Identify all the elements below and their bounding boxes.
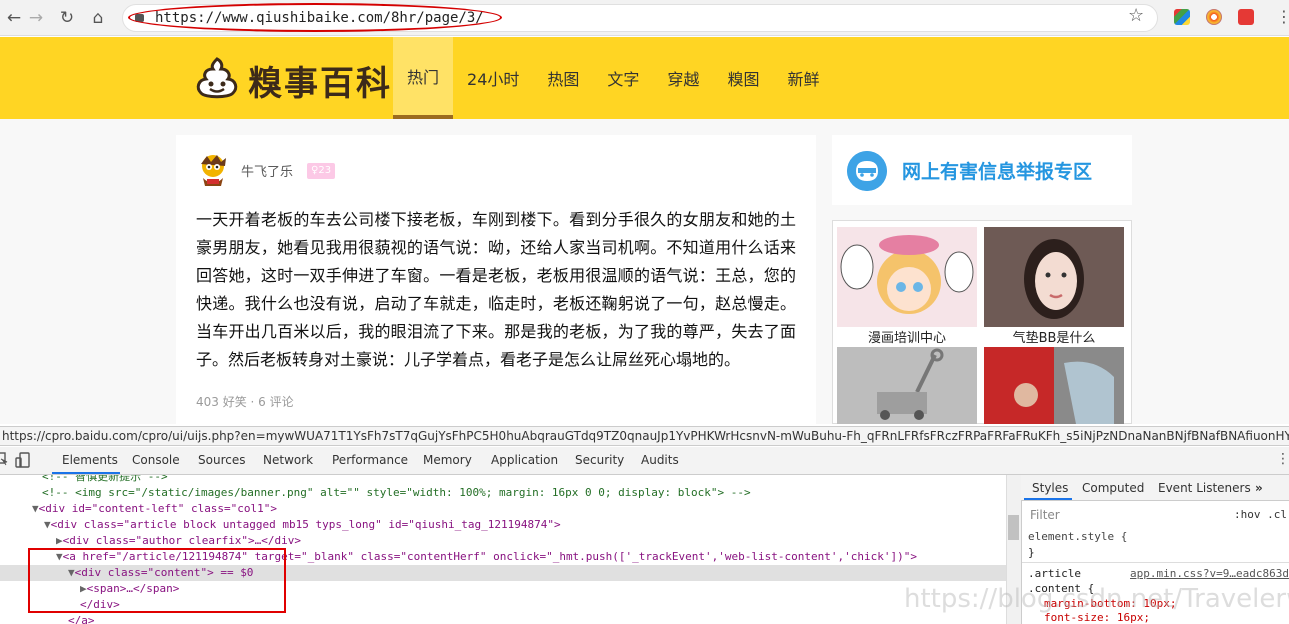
- police-badge-icon: [847, 151, 887, 191]
- watermark: https://blog.csdn.net/Travelerwz: [904, 584, 1289, 614]
- more-menu-icon[interactable]: ⋮: [1276, 7, 1289, 26]
- forward-icon[interactable]: →: [24, 6, 48, 30]
- dom-line[interactable]: <!-- <img src="/static/images/banner.png…: [0, 485, 1006, 501]
- dom-annotation-box: [28, 548, 286, 613]
- tab-audits[interactable]: Audits: [641, 453, 679, 467]
- dom-line[interactable]: ▼<div class="article block untagged mb15…: [0, 517, 1006, 533]
- ad-caption-comic[interactable]: 漫画培训中心: [837, 327, 977, 346]
- nav-item-pics[interactable]: 糗图: [713, 37, 773, 119]
- ad-image-people[interactable]: [984, 347, 1124, 424]
- nav-item-24h[interactable]: 24小时: [453, 37, 533, 119]
- dom-code: <div class="article block untagged mb15 …: [50, 518, 561, 531]
- tab-event-listeners[interactable]: Event Listeners: [1158, 481, 1251, 495]
- ad-image-comic[interactable]: [837, 227, 977, 327]
- style-rule-line: element.style {: [1028, 530, 1128, 543]
- styles-filter-input[interactable]: Filter: [1030, 508, 1220, 522]
- tab-elements[interactable]: Elements: [62, 453, 118, 467]
- more-tabs-icon[interactable]: »: [1255, 481, 1263, 495]
- device-toolbar-icon[interactable]: [15, 452, 31, 468]
- dom-code: </a>: [68, 614, 95, 624]
- stylesheet-link[interactable]: app.min.css?v=9…eadc863d: [1130, 567, 1289, 580]
- site-nav: 热门 24小时 热图 文字 穿越 糗图 新鲜: [393, 37, 833, 119]
- tab-styles[interactable]: Styles: [1032, 481, 1068, 495]
- dom-line[interactable]: </a>: [0, 613, 1006, 624]
- elements-scrollbar-thumb[interactable]: [1008, 515, 1019, 540]
- dom-line[interactable]: ▶<div class="author clearfix">…</div>: [0, 533, 1006, 549]
- status-bar-url: https://cpro.baidu.com/cpro/ui/uijs.php?…: [0, 426, 1289, 446]
- tab-network[interactable]: Network: [263, 453, 313, 467]
- tab-application[interactable]: Application: [491, 453, 558, 467]
- url-annotation-ellipse: [128, 3, 502, 32]
- logo-icon[interactable]: [195, 57, 239, 99]
- collapse-triangle-icon[interactable]: ▶: [56, 534, 63, 547]
- extension-icon[interactable]: [1174, 9, 1190, 25]
- dom-code: <div class="author clearfix">…</div>: [62, 534, 302, 547]
- dom-comment: <!-- 智慎更新提示 -->: [42, 475, 168, 483]
- article-stats: 403 好笑 · 6 评论: [196, 395, 294, 409]
- tab-security[interactable]: Security: [575, 453, 624, 467]
- photos-extension-icon[interactable]: [1206, 9, 1222, 25]
- nav-item-text[interactable]: 文字: [593, 37, 653, 119]
- article-content[interactable]: 一天开着老板的车去公司楼下接老板，车刚到楼下。看到分手很久的女朋友和她的土豪男朋…: [196, 206, 796, 374]
- dom-comment: <!-- <img src="/static/images/banner.png…: [42, 486, 751, 499]
- ad-image-robot[interactable]: [837, 347, 977, 424]
- logo-text[interactable]: 糗事百科: [248, 56, 392, 105]
- style-rule-line: }: [1028, 546, 1035, 559]
- tab-performance[interactable]: Performance: [332, 453, 408, 467]
- report-text[interactable]: 网上有害信息举报专区: [902, 157, 1092, 184]
- back-icon[interactable]: ←: [2, 6, 26, 30]
- tab-console[interactable]: Console: [132, 453, 180, 467]
- dom-line[interactable]: ▼<div id="content-left" class="col1">: [0, 501, 1006, 517]
- home-icon[interactable]: ⌂: [86, 6, 110, 30]
- expand-triangle-icon[interactable]: ▼: [32, 502, 39, 515]
- hov-toggle[interactable]: :hov .cl: [1234, 508, 1287, 521]
- ad-caption-bb[interactable]: 气垫BB是什么: [984, 327, 1124, 346]
- reload-icon[interactable]: ↻: [55, 6, 79, 30]
- nav-item-hot-pics[interactable]: 热图: [533, 37, 593, 119]
- style-selector: .article: [1028, 567, 1081, 580]
- tab-computed[interactable]: Computed: [1082, 481, 1144, 495]
- extension-red-icon[interactable]: [1238, 9, 1254, 25]
- styles-tab-indicator: [1024, 498, 1072, 500]
- expand-triangle-icon[interactable]: ▼: [44, 518, 51, 531]
- ad-image-woman[interactable]: [984, 227, 1124, 327]
- style-divider: [1022, 562, 1289, 563]
- dom-code: <div id="content-left" class="col1">: [38, 502, 278, 515]
- author-name[interactable]: 牛飞了乐: [241, 161, 293, 180]
- inspect-element-icon[interactable]: [0, 452, 8, 466]
- tab-memory[interactable]: Memory: [423, 453, 472, 467]
- active-tab-indicator: [52, 472, 120, 474]
- avatar[interactable]: [195, 152, 231, 188]
- devtools-more-icon[interactable]: ⋮: [1276, 451, 1289, 467]
- tab-sources[interactable]: Sources: [198, 453, 245, 467]
- author-age-badge: ♀23: [307, 163, 336, 179]
- nav-item-hot[interactable]: 热门: [393, 37, 454, 119]
- nav-item-fresh[interactable]: 新鲜: [773, 37, 833, 119]
- dom-line[interactable]: <!-- 智慎更新提示 -->: [0, 475, 1006, 485]
- star-icon[interactable]: ☆: [1128, 5, 1144, 26]
- nav-item-travel[interactable]: 穿越: [653, 37, 713, 119]
- author-age: 23: [318, 165, 332, 176]
